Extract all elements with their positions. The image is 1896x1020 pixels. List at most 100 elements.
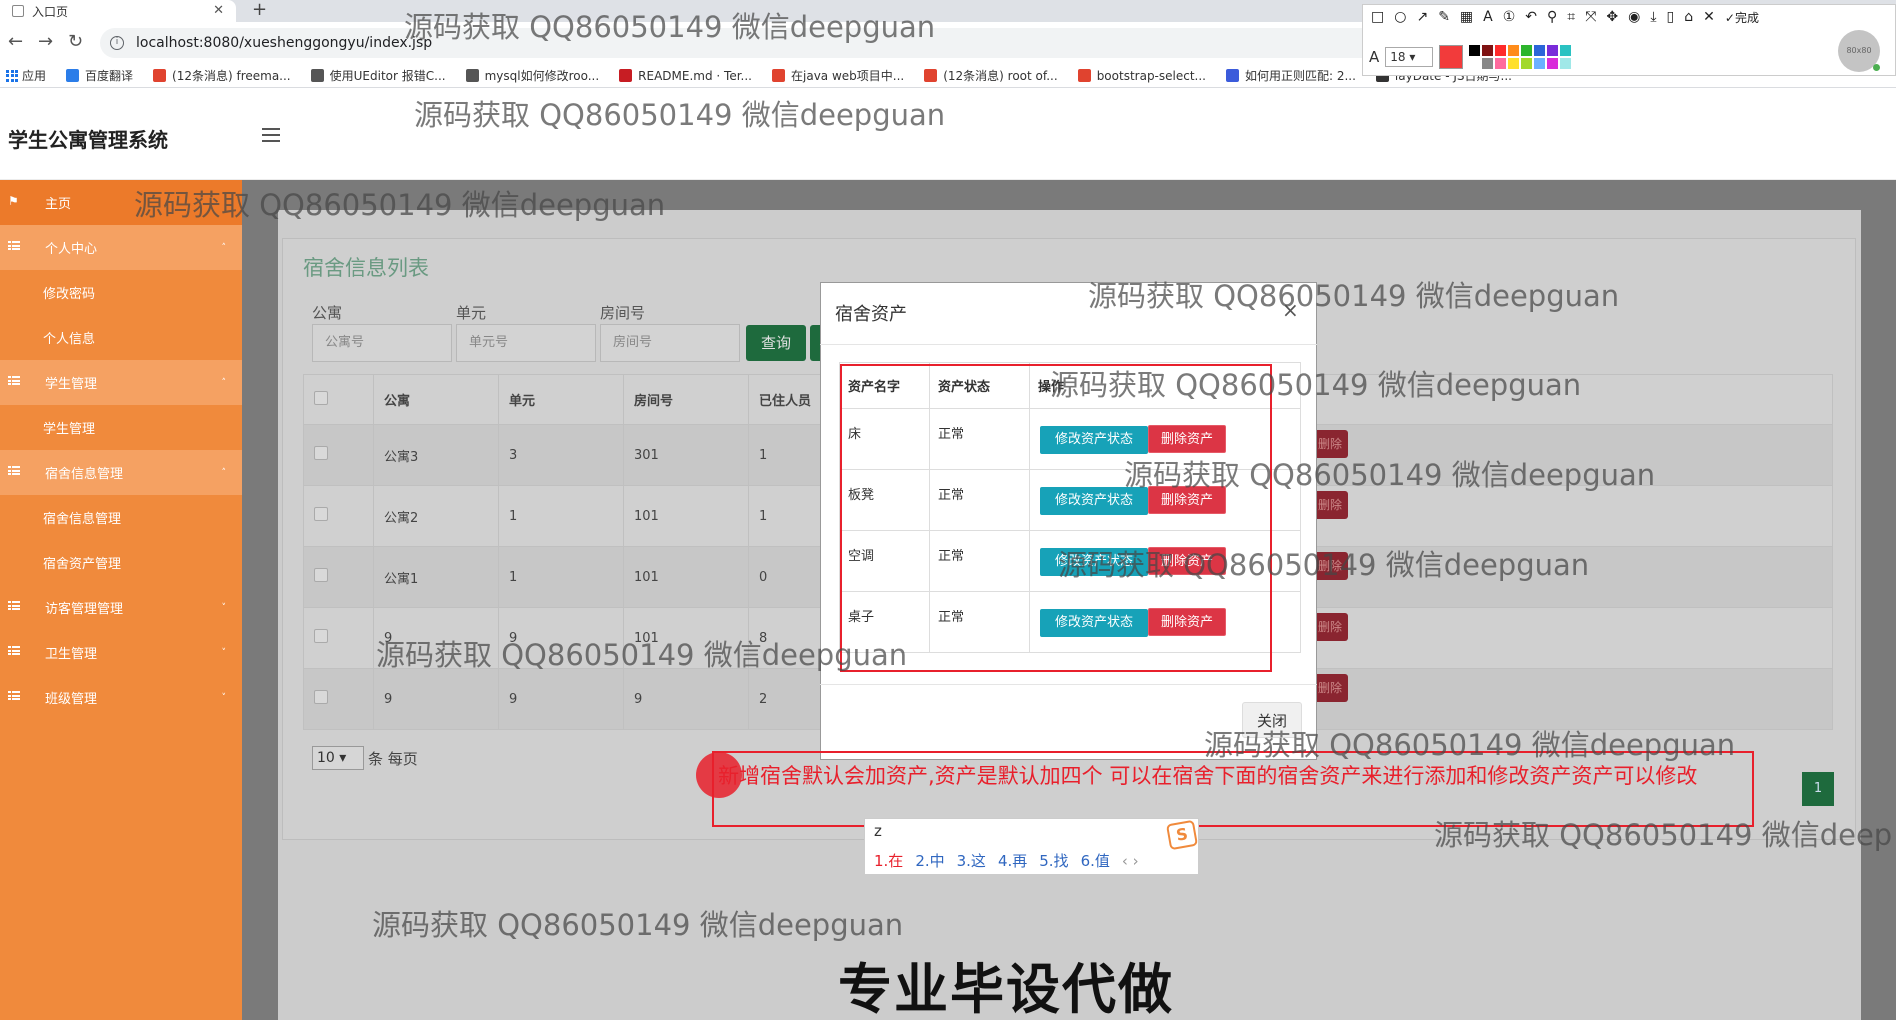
apartment-input[interactable]: 公寓号	[312, 324, 452, 362]
back-icon[interactable]: ←	[8, 32, 23, 52]
done-button[interactable]: ✓完成	[1725, 9, 1759, 26]
row-checkbox[interactable]	[314, 629, 328, 643]
active-color-swatch[interactable]	[1439, 45, 1464, 69]
arrow-tool-icon[interactable]: ↗	[1416, 9, 1428, 26]
translate-icon[interactable]: ⤧	[1585, 9, 1596, 26]
cancel-icon[interactable]: ✕	[1703, 9, 1715, 26]
row-checkbox[interactable]	[314, 568, 328, 582]
query-button[interactable]: 查询	[746, 325, 806, 361]
sidebar-item[interactable]: 个人信息	[0, 315, 242, 360]
sidebar-item[interactable]: 宿舍资产管理	[0, 540, 242, 585]
color-swatch[interactable]	[1508, 58, 1520, 69]
color-swatch[interactable]	[1495, 58, 1507, 69]
color-swatch[interactable]	[1469, 45, 1481, 56]
row-checkbox[interactable]	[314, 446, 328, 460]
rectangle-tool-icon[interactable]: □	[1371, 9, 1384, 26]
ime-candidate[interactable]: 1.在	[874, 852, 903, 870]
bookmark-item[interactable]: 如何用正则匹配: 2...	[1225, 67, 1356, 84]
filter-label-apartment: 公寓	[312, 304, 343, 322]
bookmark-item[interactable]: bootstrap-select...	[1077, 69, 1206, 83]
browser-tab[interactable]: 入口页 ✕	[0, 0, 236, 22]
bookmark-item[interactable]: mysql如何修改roo...	[465, 67, 599, 84]
sidebar-item[interactable]: 访客管理管理 ˅	[0, 585, 242, 630]
sidebar-item[interactable]: 修改密码	[0, 270, 242, 315]
sidebar-item[interactable]: 学生管理 ˄	[0, 360, 242, 405]
bookmark-item[interactable]: 百度翻译	[66, 67, 133, 84]
row-checkbox-cell[interactable]	[303, 607, 374, 669]
apps-icon[interactable]	[6, 69, 18, 82]
row-checkbox-cell[interactable]	[303, 485, 374, 547]
text-tool-icon[interactable]: A	[1483, 9, 1493, 26]
color-swatch[interactable]	[1560, 58, 1572, 69]
number-tool-icon[interactable]: ①	[1503, 9, 1516, 26]
bookmark-item[interactable]: (12条消息) freema...	[153, 67, 291, 84]
row-checkbox[interactable]	[314, 507, 328, 521]
room-input[interactable]: 房间号	[600, 324, 740, 362]
sidebar-item[interactable]: 宿舍信息管理	[0, 495, 242, 540]
row-checkbox-cell[interactable]	[303, 424, 374, 486]
save-icon[interactable]: ⤓	[1650, 9, 1656, 26]
color-swatch[interactable]	[1508, 45, 1520, 56]
phone-icon[interactable]: ▯	[1667, 9, 1675, 26]
info-icon[interactable]: i	[110, 36, 124, 50]
bookmark-item[interactable]: 应用	[22, 67, 46, 84]
row-checkbox[interactable]	[314, 690, 328, 704]
pin-icon[interactable]: ⚲	[1547, 9, 1557, 26]
font-size-select[interactable]: 18 ▾	[1385, 47, 1434, 67]
ime-candidate[interactable]: 2.中	[915, 852, 944, 870]
ime-candidate[interactable]: 5.找	[1039, 852, 1068, 870]
record-icon[interactable]: ◉	[1628, 9, 1640, 26]
color-swatch[interactable]	[1521, 45, 1533, 56]
new-tab-icon[interactable]: +	[252, 0, 267, 20]
watermark: 源码获取 QQ86050149 微信deepguan	[1050, 368, 1582, 402]
ime-page-nav-icon[interactable]: ‹ ›	[1122, 852, 1139, 870]
sidebar-item[interactable]: 个人中心 ˄	[0, 225, 242, 270]
mosaic-tool-icon[interactable]: ▦	[1460, 9, 1473, 26]
color-swatch[interactable]	[1469, 58, 1481, 69]
sidebar-item[interactable]: 卫生管理 ˅	[0, 630, 242, 675]
close-tab-icon[interactable]: ✕	[213, 3, 224, 18]
bookmark-item[interactable]: (12条消息) root of...	[924, 67, 1058, 84]
row-checkbox-cell[interactable]	[303, 546, 374, 608]
app-header: 学生公寓管理系统	[0, 88, 1896, 180]
pin-window-icon[interactable]: ✥	[1606, 9, 1618, 26]
list-icon	[8, 691, 20, 701]
ime-candidate[interactable]: 4.再	[998, 852, 1027, 870]
bookmark-item[interactable]: 使用UEditor 报错C...	[310, 67, 446, 84]
color-swatch[interactable]	[1547, 58, 1559, 69]
ocr-icon[interactable]: ⌗	[1567, 9, 1575, 26]
bookmark-item[interactable]: 在java web项目中...	[772, 67, 904, 84]
color-swatch[interactable]	[1534, 45, 1546, 56]
select-all-checkbox[interactable]	[314, 390, 328, 405]
ime-candidate[interactable]: 3.这	[957, 852, 986, 870]
screenshot-tools: □ ○ ↗ ✎ ▦ A ① ↶ ⚲ ⌗ ⤧ ✥ ◉ ⤓ ▯ ⌂ ✕ ✓完成	[1371, 9, 1759, 26]
color-swatch[interactable]	[1495, 45, 1507, 56]
color-swatch[interactable]	[1482, 45, 1494, 56]
ellipse-tool-icon[interactable]: ○	[1394, 9, 1406, 26]
ime-candidate[interactable]: 6.值	[1081, 852, 1110, 870]
page-number-button[interactable]: 1	[1802, 772, 1834, 806]
unit-input[interactable]: 单元号	[456, 324, 596, 362]
color-swatch[interactable]	[1534, 58, 1546, 69]
color-swatch[interactable]	[1547, 45, 1559, 56]
forward-icon[interactable]: →	[38, 32, 53, 52]
undo-icon[interactable]: ↶	[1525, 9, 1537, 26]
bookmark-item[interactable]: README.md · Ter...	[619, 69, 752, 83]
watermark: 源码获取 QQ86050149 微信deepguan	[372, 908, 904, 942]
color-swatch[interactable]	[1560, 45, 1572, 56]
color-palette	[1469, 45, 1572, 69]
color-swatch[interactable]	[1482, 58, 1494, 69]
row-checkbox-cell[interactable]	[303, 668, 374, 730]
ime-input: z	[874, 822, 882, 840]
pen-tool-icon[interactable]: ✎	[1438, 9, 1450, 26]
sidebar-item[interactable]: 班级管理 ˅	[0, 675, 242, 720]
sidebar-item[interactable]: 学生管理	[0, 405, 242, 450]
menu-toggle-icon[interactable]	[262, 128, 280, 142]
reload-icon[interactable]: ↻	[68, 32, 83, 52]
watermark: 源码获取 QQ86050149 微信deep	[1434, 818, 1893, 852]
page-size-select[interactable]: 10 ▾	[312, 746, 364, 770]
color-swatch[interactable]	[1521, 58, 1533, 69]
favorite-icon[interactable]: ⌂	[1684, 9, 1693, 26]
sidebar-item[interactable]: 宿舍信息管理 ˄	[0, 450, 242, 495]
select-all-checkbox-cell[interactable]	[303, 374, 374, 425]
